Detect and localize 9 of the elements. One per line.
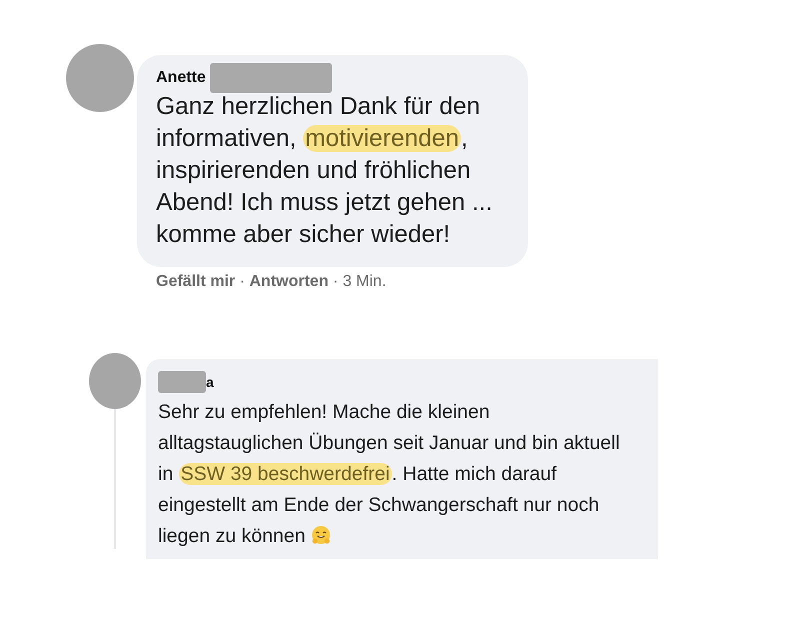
action-link[interactable]: Gefällt mir (156, 273, 236, 290)
author-name[interactable]: Anette (156, 69, 206, 87)
timestamp: 3 Min. (342, 273, 386, 290)
author-name[interactable]: a (206, 374, 214, 390)
action-link[interactable]: Antworten (249, 273, 328, 290)
separator-dot: · (332, 273, 340, 290)
comment-text: Sehr zu empfehlen! Mache die kleinen alltagstauglichen Übungen seit Januar und bin aktuell in SSW 39 beschwerdefrei. Hatte mich darauf eingestellt am Ende der Schwangerschaft nur noch liegen zu können (158, 400, 621, 549)
comment-text: Ganz herzlichen Dank für den informativen, motivierenden, inspirierenden und fröhlichen Abend! Ich muss jetzt gehen ... komme aber sicher wieder! (156, 92, 492, 250)
separator-dot: · (238, 273, 246, 290)
